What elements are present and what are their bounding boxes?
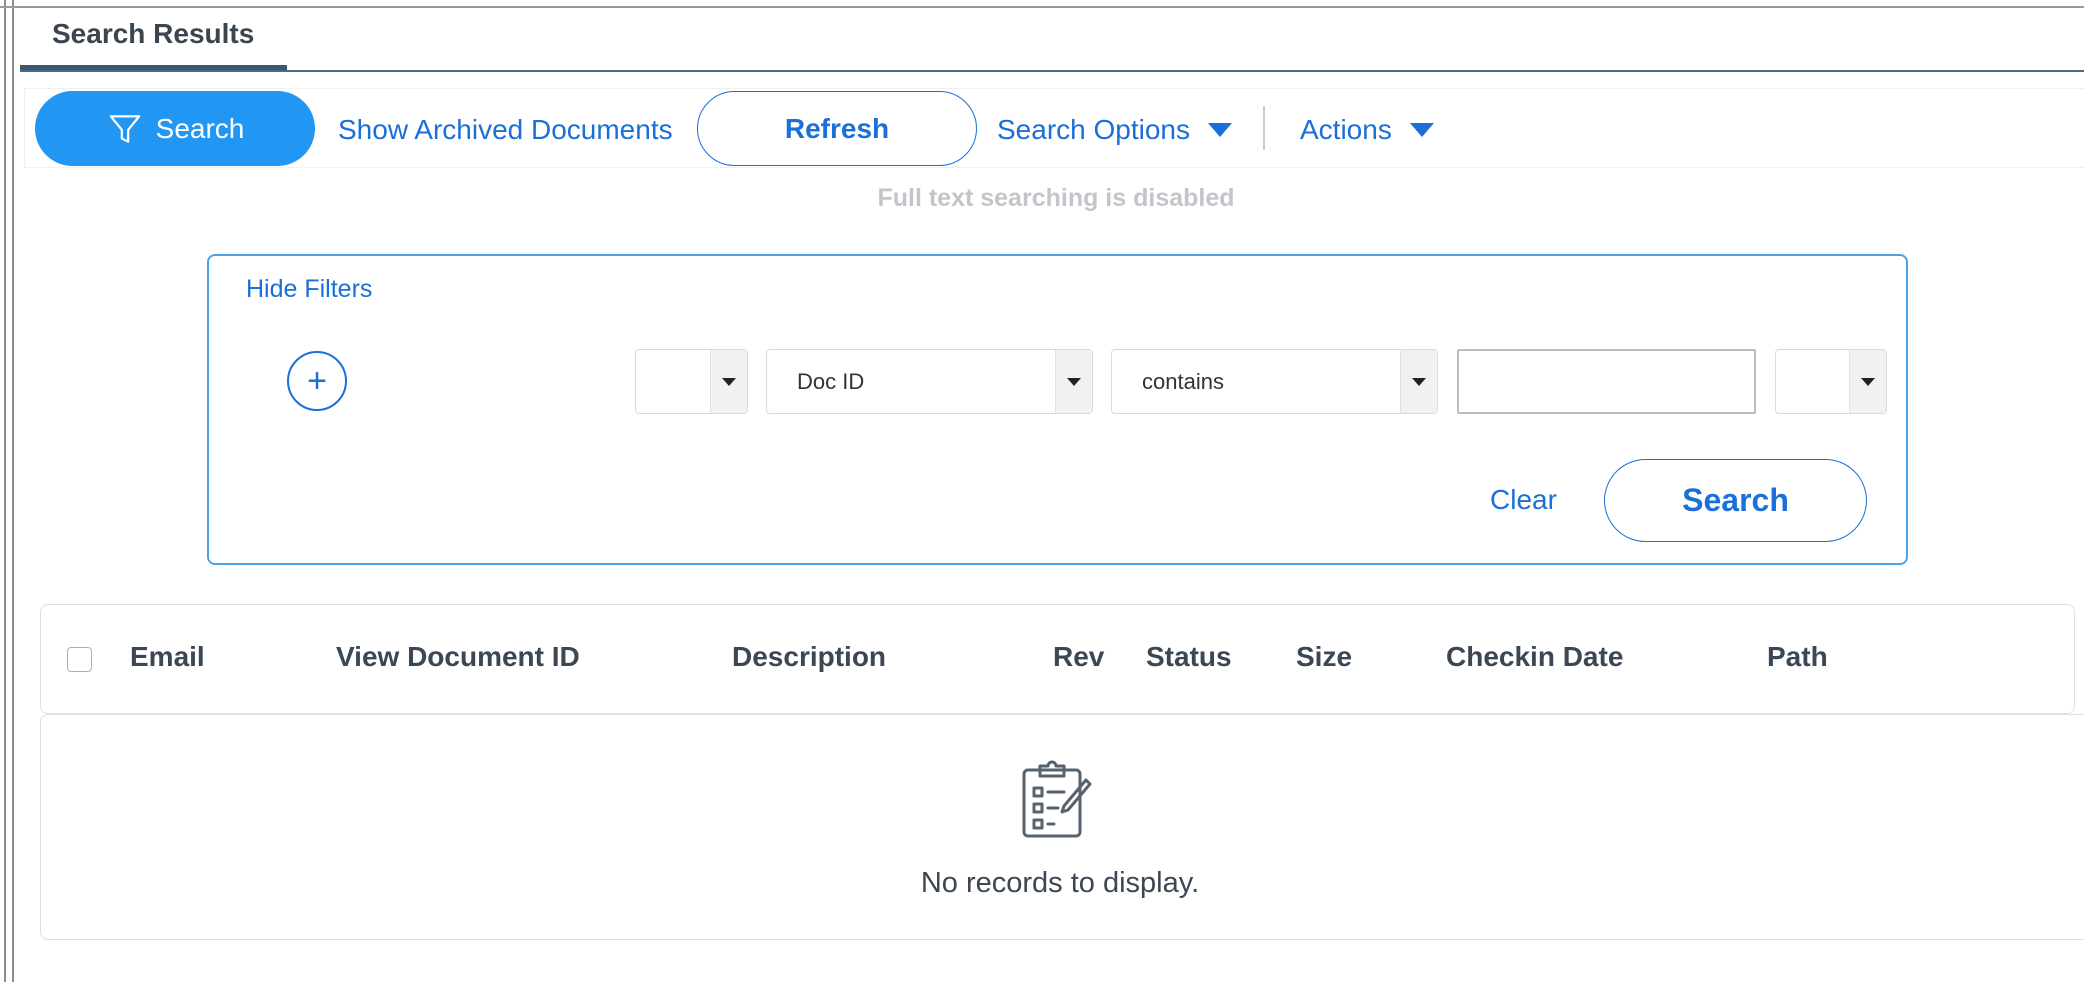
column-header-email[interactable]: Email — [130, 641, 205, 673]
add-filter-button[interactable]: + — [287, 351, 347, 411]
column-header-size[interactable]: Size — [1296, 641, 1352, 673]
run-search-label: Search — [1682, 482, 1789, 518]
chevron-down-icon — [1055, 350, 1092, 413]
operator-select[interactable]: contains — [1111, 349, 1438, 414]
show-archived-documents-link[interactable]: Show Archived Documents — [338, 114, 673, 146]
field-select[interactable]: Doc ID — [766, 349, 1093, 414]
tab-search-results[interactable]: Search Results — [52, 18, 254, 50]
operator-select-value: contains — [1142, 368, 1224, 394]
run-search-button[interactable]: Search — [1604, 459, 1867, 542]
chevron-down-icon — [710, 350, 747, 413]
clear-filters-link[interactable]: Clear — [1490, 484, 1557, 516]
search-options-label: Search Options — [997, 114, 1190, 145]
filter-icon — [109, 114, 140, 143]
column-header-status[interactable]: Status — [1146, 641, 1232, 673]
search-toggle-button[interactable]: Search — [35, 91, 315, 166]
chevron-down-icon — [1849, 350, 1886, 413]
search-options-menu[interactable]: Search Options — [997, 114, 1232, 146]
caret-down-icon — [1409, 123, 1434, 137]
actions-label: Actions — [1300, 114, 1392, 145]
field-select-value: Doc ID — [797, 368, 865, 394]
frame-border-top — [0, 6, 2084, 8]
clipboard-checklist-icon — [1022, 760, 1092, 838]
column-header-description[interactable]: Description — [732, 641, 886, 673]
refresh-label: Refresh — [784, 112, 890, 144]
filter-value-input[interactable] — [1457, 349, 1756, 414]
search-toggle-label: Search — [155, 112, 245, 144]
chevron-down-icon — [1400, 350, 1437, 413]
column-header-path[interactable]: Path — [1767, 641, 1828, 673]
frame-border-left — [4, 0, 6, 982]
plus-icon: + — [307, 362, 327, 400]
refresh-button[interactable]: Refresh — [697, 91, 977, 166]
suffix-select[interactable] — [1775, 349, 1887, 414]
toolbar-separator — [1263, 106, 1265, 150]
column-header-checkin-date[interactable]: Checkin Date — [1446, 641, 1623, 673]
prefix-select[interactable] — [635, 349, 748, 414]
frame-border-inner — [12, 0, 14, 982]
actions-menu[interactable]: Actions — [1300, 114, 1434, 146]
select-all-checkbox[interactable] — [67, 647, 92, 672]
hide-filters-link[interactable]: Hide Filters — [246, 275, 372, 304]
full-text-disabled-notice: Full text searching is disabled — [877, 184, 1235, 212]
column-header-view-document-id[interactable]: View Document ID — [336, 641, 580, 673]
caret-down-icon — [1208, 123, 1232, 137]
tab-divider — [20, 70, 2084, 72]
no-records-message: No records to display. — [920, 867, 1200, 899]
column-header-rev[interactable]: Rev — [1053, 641, 1104, 673]
